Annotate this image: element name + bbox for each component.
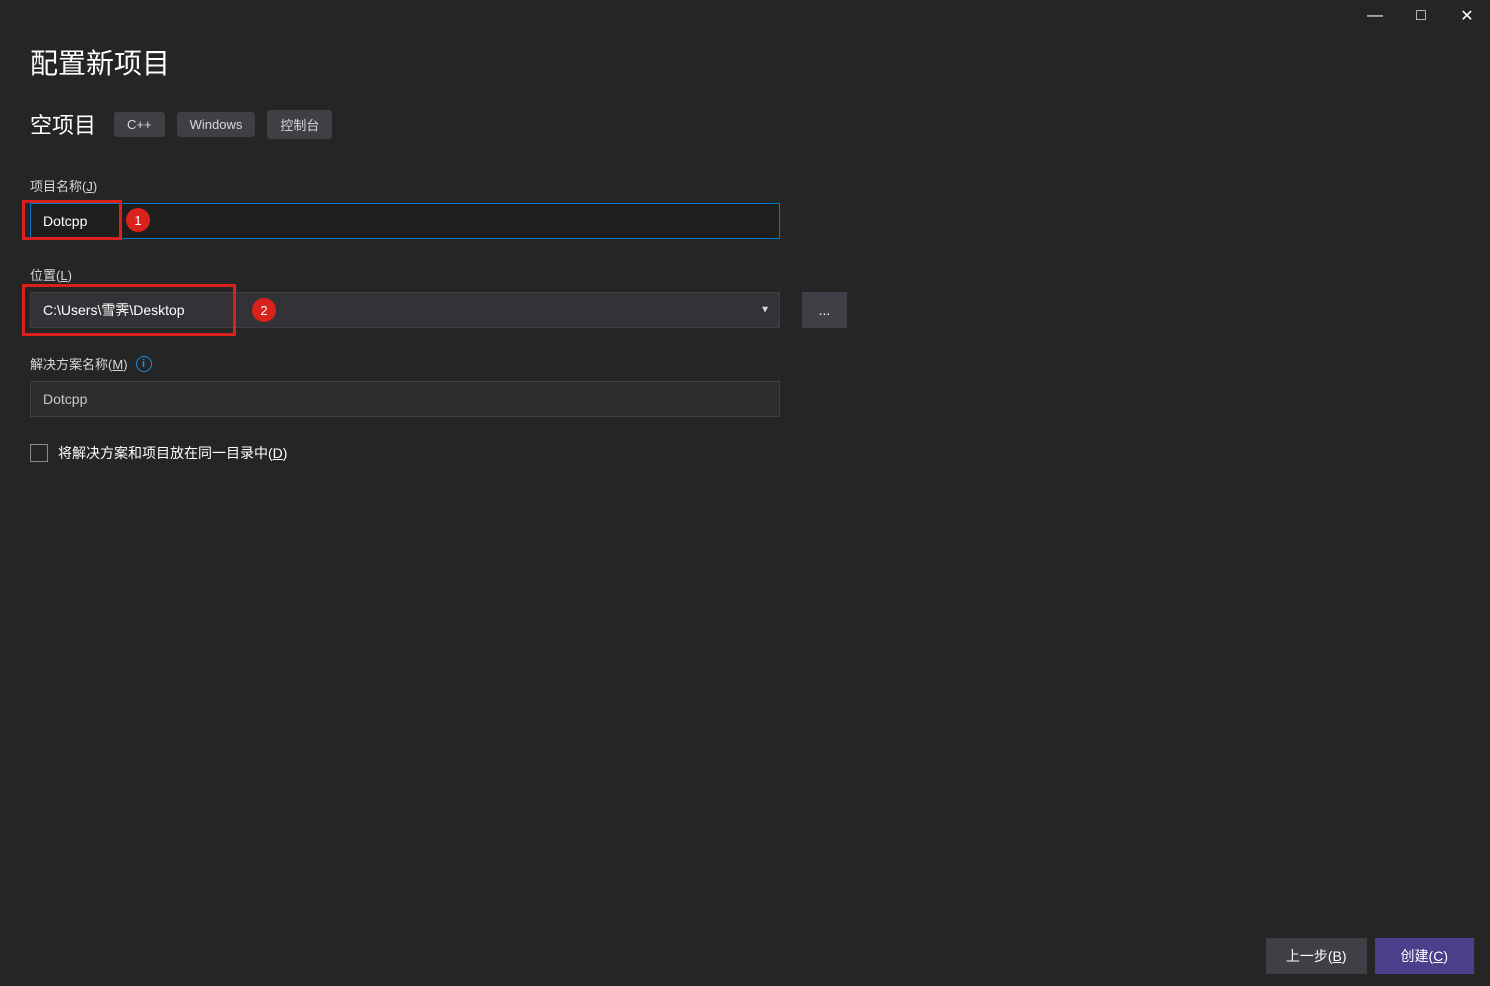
same-dir-checkbox[interactable]: [30, 444, 48, 462]
project-name-label: 项目名称(J): [30, 176, 1460, 195]
solution-name-group: 解决方案名称(M) i: [30, 354, 1460, 417]
close-icon: ✕: [1460, 6, 1473, 26]
maximize-icon: □: [1416, 7, 1426, 25]
create-button[interactable]: 创建(C): [1375, 938, 1474, 974]
annotation-callout-1: 1: [126, 208, 150, 232]
same-dir-label: 将解决方案和项目放在同一目录中(D): [58, 443, 287, 463]
back-button[interactable]: 上一步(B): [1266, 938, 1367, 974]
solution-name-label: 解决方案名称(M): [30, 354, 128, 373]
project-name-group: 项目名称(J): [30, 176, 1460, 239]
tag-console: 控制台: [267, 110, 332, 139]
same-dir-group: 将解决方案和项目放在同一目录中(D): [30, 443, 1460, 463]
tag-windows: Windows: [177, 112, 256, 137]
location-group: 位置(L) ▼ ...: [30, 265, 1460, 328]
tag-cpp: C++: [114, 112, 165, 137]
browse-button[interactable]: ...: [802, 292, 847, 328]
window-titlebar: — □ ✕: [0, 0, 1490, 32]
template-row: 空项目 C++ Windows 控制台: [30, 108, 1460, 140]
close-button[interactable]: ✕: [1444, 0, 1490, 32]
minimize-icon: —: [1367, 7, 1383, 25]
solution-name-input[interactable]: [30, 381, 780, 417]
maximize-button[interactable]: □: [1398, 0, 1444, 32]
annotation-callout-2: 2: [252, 298, 276, 322]
page-title: 配置新项目: [30, 42, 1460, 82]
footer: 上一步(B) 创建(C): [1266, 926, 1490, 986]
minimize-button[interactable]: —: [1352, 0, 1398, 32]
location-input[interactable]: [30, 292, 780, 328]
template-name: 空项目: [30, 108, 96, 140]
info-icon[interactable]: i: [136, 356, 152, 372]
location-label: 位置(L): [30, 265, 1460, 284]
